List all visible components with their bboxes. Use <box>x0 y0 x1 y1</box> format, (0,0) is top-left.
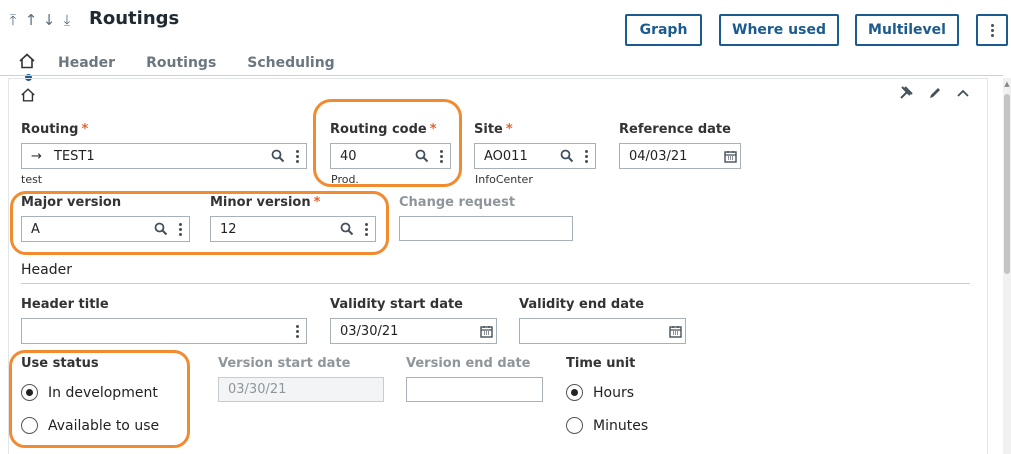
use-status-available-radio[interactable]: Available to use <box>21 417 159 434</box>
scroll-up-icon[interactable]: ▲ <box>1003 80 1011 88</box>
search-icon[interactable] <box>557 149 577 163</box>
field-menu-icon[interactable] <box>288 149 306 163</box>
previous-record-icon[interactable]: ↑ <box>24 11 38 29</box>
home-icon <box>19 53 35 69</box>
tab-scheduling[interactable]: Scheduling <box>247 55 334 71</box>
reference-date-value: 04/03/21 <box>629 148 688 164</box>
where-used-button[interactable]: Where used <box>719 14 839 46</box>
site-field[interactable]: AO011 <box>474 143 596 169</box>
calendar-icon[interactable] <box>476 325 496 338</box>
minor-version-label: Minor version * <box>210 195 321 210</box>
time-unit-label: Time unit <box>566 356 636 371</box>
radio-selected-icon <box>21 384 38 401</box>
routing-label: Routing * <box>21 122 89 137</box>
header-section-title: Header <box>21 262 72 278</box>
major-version-label: Major version <box>21 195 122 210</box>
calendar-icon[interactable] <box>665 325 685 338</box>
calendar-icon[interactable] <box>720 150 740 163</box>
scrollbar-thumb[interactable] <box>1004 94 1010 274</box>
validity-start-date-field[interactable]: 03/30/21 <box>330 318 497 344</box>
time-unit-hours-radio[interactable]: Hours <box>566 384 634 401</box>
version-end-date-field <box>406 377 543 402</box>
graph-button[interactable]: Graph <box>625 14 702 46</box>
radio-unselected-icon <box>21 417 38 434</box>
reference-date-label: Reference date <box>619 122 731 137</box>
validity-start-date-label: Validity start date <box>330 297 463 312</box>
more-vertical-icon <box>990 23 994 37</box>
version-start-date-value: 03/30/21 <box>228 382 287 397</box>
change-request-field[interactable] <box>399 216 573 241</box>
radio-selected-icon <box>566 384 583 401</box>
site-description: InfoCenter <box>475 173 533 186</box>
radio-label: Available to use <box>48 417 160 434</box>
major-version-value: A <box>31 221 40 237</box>
version-start-date-field: 03/30/21 <box>218 377 384 402</box>
radio-unselected-icon <box>566 417 583 434</box>
routing-description: test <box>21 173 43 186</box>
reference-date-field[interactable]: 04/03/21 <box>619 143 741 169</box>
search-icon[interactable] <box>268 149 288 163</box>
field-menu-icon[interactable] <box>171 222 189 236</box>
routing-field[interactable]: → TEST1 <box>21 143 307 169</box>
page-title: Routings <box>89 8 180 29</box>
site-value: AO011 <box>484 148 528 164</box>
vertical-scrollbar[interactable]: ▲ <box>1003 78 1011 454</box>
section-divider <box>21 283 970 284</box>
pin-icon[interactable] <box>897 86 915 104</box>
collapse-chevron-icon[interactable] <box>954 86 972 104</box>
tab-home[interactable] <box>18 52 38 81</box>
field-menu-icon[interactable] <box>288 324 306 338</box>
field-menu-icon[interactable] <box>577 149 595 163</box>
next-record-icon[interactable]: ↓ <box>42 11 56 29</box>
version-end-date-label: Version end date <box>406 356 531 371</box>
radio-label: Minutes <box>593 417 649 434</box>
validity-start-date-value: 03/30/21 <box>340 323 399 339</box>
header-title-label: Header title <box>21 297 109 312</box>
validity-end-date-field[interactable] <box>519 318 686 344</box>
routing-code-value: 40 <box>340 148 357 164</box>
home-icon <box>21 88 35 102</box>
tab-header[interactable]: Header <box>58 55 115 71</box>
header-title-field[interactable] <box>21 318 307 344</box>
change-request-label: Change request <box>399 195 516 210</box>
arrow-right-icon[interactable]: → <box>31 149 45 164</box>
minor-version-value: 12 <box>220 221 237 237</box>
routing-code-field[interactable]: 40 <box>330 143 451 169</box>
major-version-field[interactable]: A <box>21 216 190 242</box>
field-menu-icon[interactable] <box>357 222 375 236</box>
radio-label: In development <box>48 384 158 401</box>
validity-end-date-label: Validity end date <box>519 297 645 312</box>
search-icon[interactable] <box>337 222 357 236</box>
routing-value: TEST1 <box>54 148 95 164</box>
radio-label: Hours <box>593 384 635 401</box>
last-record-icon[interactable]: ⤓ <box>60 11 74 29</box>
tab-divider <box>0 75 1003 76</box>
search-icon[interactable] <box>151 222 171 236</box>
search-icon[interactable] <box>412 149 432 163</box>
field-menu-icon[interactable] <box>432 149 450 163</box>
version-start-date-label: Version start date <box>218 356 351 371</box>
routing-code-description: Prod. <box>331 173 359 186</box>
minor-version-field[interactable]: 12 <box>210 216 376 242</box>
routing-code-label: Routing code * <box>330 122 437 137</box>
use-status-in-development-radio[interactable]: In development <box>21 384 158 401</box>
more-actions-button[interactable] <box>976 14 1008 46</box>
first-record-icon[interactable]: ⤒ <box>6 11 20 29</box>
tab-routings[interactable]: Routings <box>146 55 216 71</box>
record-navigation: ⤒ ↑ ↓ ⤓ <box>6 11 74 29</box>
edit-icon[interactable] <box>926 86 944 104</box>
time-unit-minutes-radio[interactable]: Minutes <box>566 417 648 434</box>
site-label: Site * <box>474 122 513 137</box>
use-status-label: Use status <box>21 356 99 371</box>
tab-bar: Header Routings Scheduling <box>18 50 366 81</box>
multilevel-button[interactable]: Multilevel <box>855 14 959 46</box>
